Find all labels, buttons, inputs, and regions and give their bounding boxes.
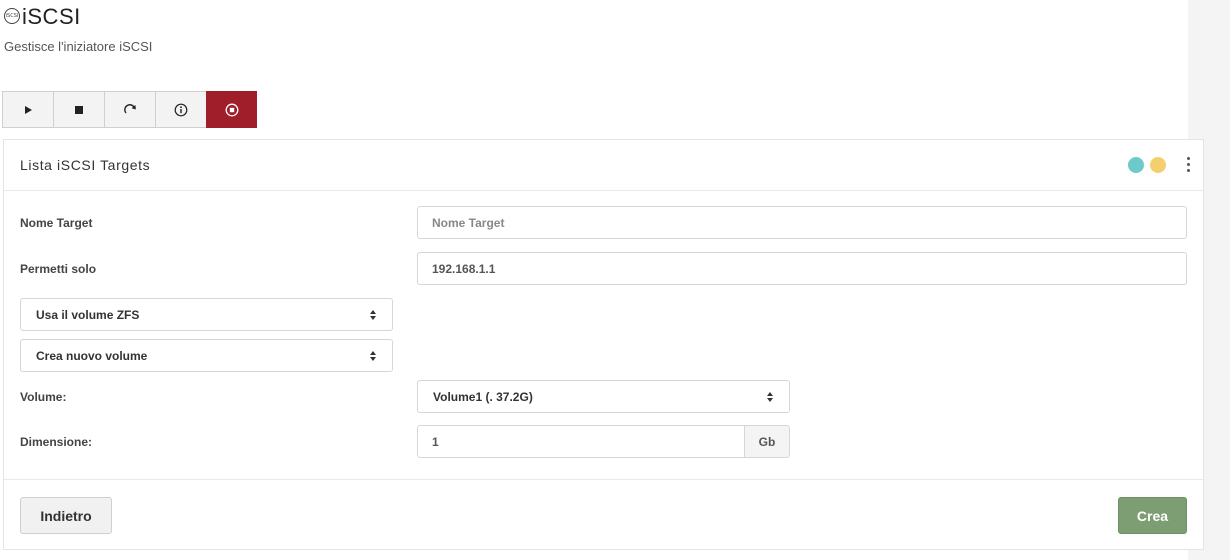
- stop-button[interactable]: [53, 91, 104, 128]
- restart-button[interactable]: [104, 91, 155, 128]
- select-caret-icon: [370, 350, 377, 361]
- stop-square-icon: [75, 105, 83, 114]
- volume-mode-value: Crea nuovo volume: [36, 348, 148, 363]
- start-button[interactable]: [2, 91, 53, 128]
- select-caret-icon: [767, 391, 774, 402]
- target-name-label: Nome Target: [20, 216, 93, 230]
- play-icon: [25, 105, 32, 114]
- volume-mode-select[interactable]: Crea nuovo volume: [20, 339, 393, 372]
- volume-value: Volume1 (. 37.2G): [433, 389, 533, 404]
- create-button[interactable]: Crea: [1118, 497, 1187, 534]
- size-input[interactable]: 1: [417, 425, 745, 458]
- panel-title: Lista iSCSI Targets: [20, 157, 151, 173]
- target-name-input[interactable]: [417, 206, 1187, 239]
- allow-only-input[interactable]: 192.168.1.1: [417, 252, 1187, 285]
- info-icon: [174, 103, 188, 116]
- disable-service-button[interactable]: [206, 91, 257, 128]
- panel-header: Lista iSCSI Targets: [4, 140, 1203, 191]
- info-button[interactable]: [155, 91, 206, 128]
- volume-select[interactable]: Volume1 (. 37.2G): [417, 380, 790, 413]
- status-dot-teal: [1128, 157, 1144, 173]
- iscsi-logo-icon: iSCSI: [4, 8, 20, 24]
- volume-type-value: Usa il volume ZFS: [36, 307, 140, 322]
- page-title: iSCSI: [22, 4, 81, 29]
- allow-only-label: Permetti solo: [20, 262, 97, 276]
- restart-icon: [124, 103, 136, 113]
- page-header: iSCSI iSCSI Gestisce l'iniziatore iSCSI: [4, 4, 152, 54]
- status-dot-yellow: [1150, 157, 1166, 173]
- size-unit-addon: Gb: [745, 425, 790, 458]
- back-button[interactable]: Indietro: [20, 497, 112, 534]
- service-toolbar: [2, 91, 257, 128]
- kebab-menu-icon[interactable]: [1185, 157, 1191, 174]
- size-label: Dimensione:: [20, 435, 93, 449]
- targets-panel: Lista iSCSI Targets Nome Target Permetti…: [3, 139, 1204, 550]
- page-subtitle: Gestisce l'iniziatore iSCSI: [4, 39, 153, 54]
- panel-footer-divider: [4, 479, 1203, 480]
- stop-circle-icon: [225, 103, 238, 116]
- volume-type-select[interactable]: Usa il volume ZFS: [20, 298, 393, 331]
- volume-label: Volume:: [20, 390, 67, 404]
- select-caret-icon: [370, 309, 377, 320]
